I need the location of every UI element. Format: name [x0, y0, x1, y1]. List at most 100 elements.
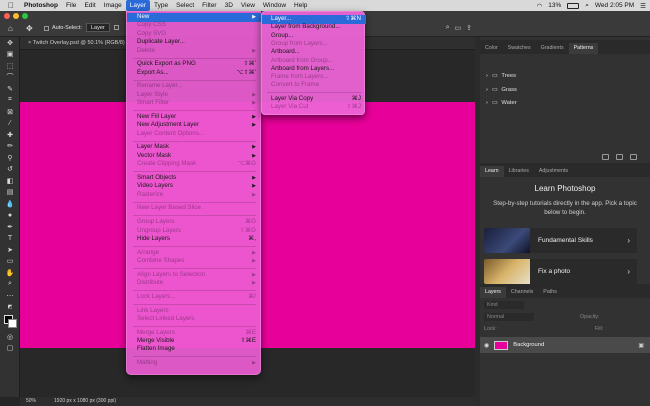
menu-filter[interactable]: Filter	[198, 0, 220, 11]
menu-file[interactable]: File	[62, 0, 80, 11]
auto-select-dropdown[interactable]: Layer	[86, 23, 110, 32]
tab-layers[interactable]: Layers	[480, 287, 506, 298]
tab-libraries[interactable]: Libraries	[504, 166, 534, 177]
blur-tool-icon[interactable]: 💧	[0, 198, 20, 210]
layer-name[interactable]: Background	[513, 342, 544, 348]
share-icon[interactable]: ⇪	[466, 24, 472, 32]
menu-type[interactable]: Type	[150, 0, 172, 11]
auto-select-checkbox[interactable]	[44, 26, 49, 31]
zoom-window-button[interactable]	[22, 13, 28, 19]
menu-item-flatten-image[interactable]: Flatten Image	[127, 345, 262, 354]
chevron-right-icon[interactable]: ›	[627, 228, 630, 253]
minimize-window-button[interactable]	[13, 13, 19, 19]
more-tools-icon[interactable]: ⋯	[0, 290, 20, 302]
marquee-tool-icon[interactable]: ⬚	[0, 60, 20, 72]
screen-mode-icon[interactable]: ▢	[0, 343, 20, 355]
move-tool-icon[interactable]: ✥	[0, 37, 20, 49]
menu-edit[interactable]: Edit	[80, 0, 99, 11]
menu-photoshop[interactable]: Photoshop	[20, 0, 62, 11]
home-icon[interactable]: ⌂	[8, 24, 13, 33]
pattern-folder-water[interactable]: › ▭ Water	[486, 100, 517, 106]
transform-controls-checkbox[interactable]	[114, 25, 119, 30]
menu-item-quick-export-as-png[interactable]: Quick Export as PNG ⇧⌘'	[127, 60, 262, 69]
type-tool-icon[interactable]: T	[0, 233, 20, 245]
submenu-item-layer[interactable]: Layer... ⇧⌘N	[262, 15, 366, 24]
menu-item-new-adjustment-layer[interactable]: New Adjustment Layer ▶	[127, 121, 262, 130]
move-tool-icon[interactable]: ✥	[26, 24, 33, 33]
tab-gradients[interactable]: Gradients	[536, 43, 569, 54]
search-icon[interactable]: ⌕	[585, 2, 589, 10]
tab-color[interactable]: Color	[480, 43, 503, 54]
crop-tool-icon[interactable]: ⌗	[0, 95, 20, 107]
battery-icon[interactable]	[567, 2, 580, 9]
menu-item-layer-mask[interactable]: Layer Mask ▶	[127, 143, 262, 152]
delete-icon[interactable]	[630, 154, 637, 160]
chevron-right-icon[interactable]: ›	[486, 100, 488, 106]
menu-help[interactable]: Help	[290, 0, 311, 11]
pattern-folder-trees[interactable]: › ▭ Trees	[486, 73, 516, 79]
tab-learn[interactable]: Learn	[480, 166, 504, 177]
menu-layer[interactable]: Layer	[125, 0, 150, 11]
search-icon[interactable]: ⌕	[446, 24, 450, 32]
zoom-level[interactable]: 50%	[26, 397, 36, 406]
layer-kind-filter[interactable]: Kind	[484, 301, 524, 309]
menu-window[interactable]: Window	[259, 0, 290, 11]
eraser-tool-icon[interactable]: ◧	[0, 175, 20, 187]
menu-item-new-fill-layer[interactable]: New Fill Layer ▶	[127, 113, 262, 122]
menu-image[interactable]: Image	[100, 0, 126, 11]
menu-item-video-layers[interactable]: Video Layers ▶	[127, 182, 262, 191]
clone-stamp-tool-icon[interactable]: ⚲	[0, 152, 20, 164]
submenu-item-layer-from-background[interactable]: Layer from Background...	[262, 23, 366, 32]
wifi-icon[interactable]: ◠	[537, 2, 543, 10]
menu-select[interactable]: Select	[172, 0, 198, 11]
tab-swatches[interactable]: Swatches	[503, 43, 536, 54]
pattern-folder-grass[interactable]: › ▭ Grass	[486, 87, 517, 93]
rectangle-tool-icon[interactable]: ▭	[0, 256, 20, 268]
menu-item-vector-mask[interactable]: Vector Mask ▶	[127, 152, 262, 161]
menu-item-export-as[interactable]: Export As... ⌥⇧⌘'	[127, 69, 262, 78]
chevron-right-icon[interactable]: ›	[486, 87, 488, 93]
submenu-item-artboard[interactable]: Artboard...	[262, 48, 366, 57]
gradient-tool-icon[interactable]: ▤	[0, 187, 20, 199]
menu-item-duplicate-layer[interactable]: Duplicate Layer...	[127, 38, 262, 47]
blend-mode-dropdown[interactable]: Normal	[484, 313, 534, 321]
menu-view[interactable]: View	[237, 0, 259, 11]
quick-mask-icon[interactable]: ◎	[0, 331, 20, 343]
menu-item-new[interactable]: New ▶	[127, 13, 262, 22]
pen-tool-icon[interactable]: ✒	[0, 221, 20, 233]
close-window-button[interactable]	[4, 13, 10, 19]
brush-tool-icon[interactable]: ✏	[0, 141, 20, 153]
eye-icon[interactable]: ◉	[484, 342, 489, 349]
learn-card-fix-a-photo[interactable]: Fix a photo ›	[484, 259, 637, 284]
chevron-right-icon[interactable]: ›	[627, 259, 630, 284]
artboard-tool-icon[interactable]: ▣	[0, 49, 20, 61]
new-pattern-icon[interactable]	[616, 154, 623, 160]
new-group-icon[interactable]	[602, 154, 609, 160]
menu-item-merge-visible[interactable]: Merge Visible ⇧⌘E	[127, 337, 262, 346]
zoom-tool-icon[interactable]: ⌕	[0, 279, 20, 291]
hand-tool-icon[interactable]: ✋	[0, 267, 20, 279]
tab-adjustments[interactable]: Adjustments	[534, 166, 573, 177]
color-swatches[interactable]	[0, 313, 19, 331]
notification-center-icon[interactable]: ☰	[640, 2, 646, 10]
default-colors-icon[interactable]: ◩	[0, 302, 20, 314]
menu-item-hide-layers[interactable]: Hide Layers ⌘,	[127, 235, 262, 244]
lasso-tool-icon[interactable]: ⌒	[0, 72, 20, 84]
dodge-tool-icon[interactable]: ●	[0, 210, 20, 222]
path-select-tool-icon[interactable]: ➤	[0, 244, 20, 256]
workspace-icon[interactable]: ▭	[455, 24, 462, 32]
apple-logo-icon[interactable]: 	[0, 0, 20, 11]
tab-patterns[interactable]: Patterns	[568, 43, 599, 54]
history-brush-tool-icon[interactable]: ↺	[0, 164, 20, 176]
submenu-item-layer-via-copy[interactable]: Layer Via Copy ⌘J	[262, 95, 366, 104]
clock[interactable]: Wed 2:05 PM	[595, 2, 634, 9]
submenu-item-artboard-from-layers[interactable]: Artboard from Layers...	[262, 65, 366, 74]
quick-select-tool-icon[interactable]: ✎	[0, 83, 20, 95]
frame-tool-icon[interactable]: ⊠	[0, 106, 20, 118]
healing-brush-tool-icon[interactable]: ✚	[0, 129, 20, 141]
layer-row-background[interactable]: ◉ Background ▣	[480, 337, 650, 353]
document-info[interactable]: 1920 px x 1080 px (300 ppi)	[54, 397, 116, 406]
background-color-swatch[interactable]	[8, 319, 17, 328]
menu-item-smart-objects[interactable]: Smart Objects ▶	[127, 174, 262, 183]
learn-card-fundamental-skills[interactable]: Fundamental Skills ›	[484, 228, 637, 253]
